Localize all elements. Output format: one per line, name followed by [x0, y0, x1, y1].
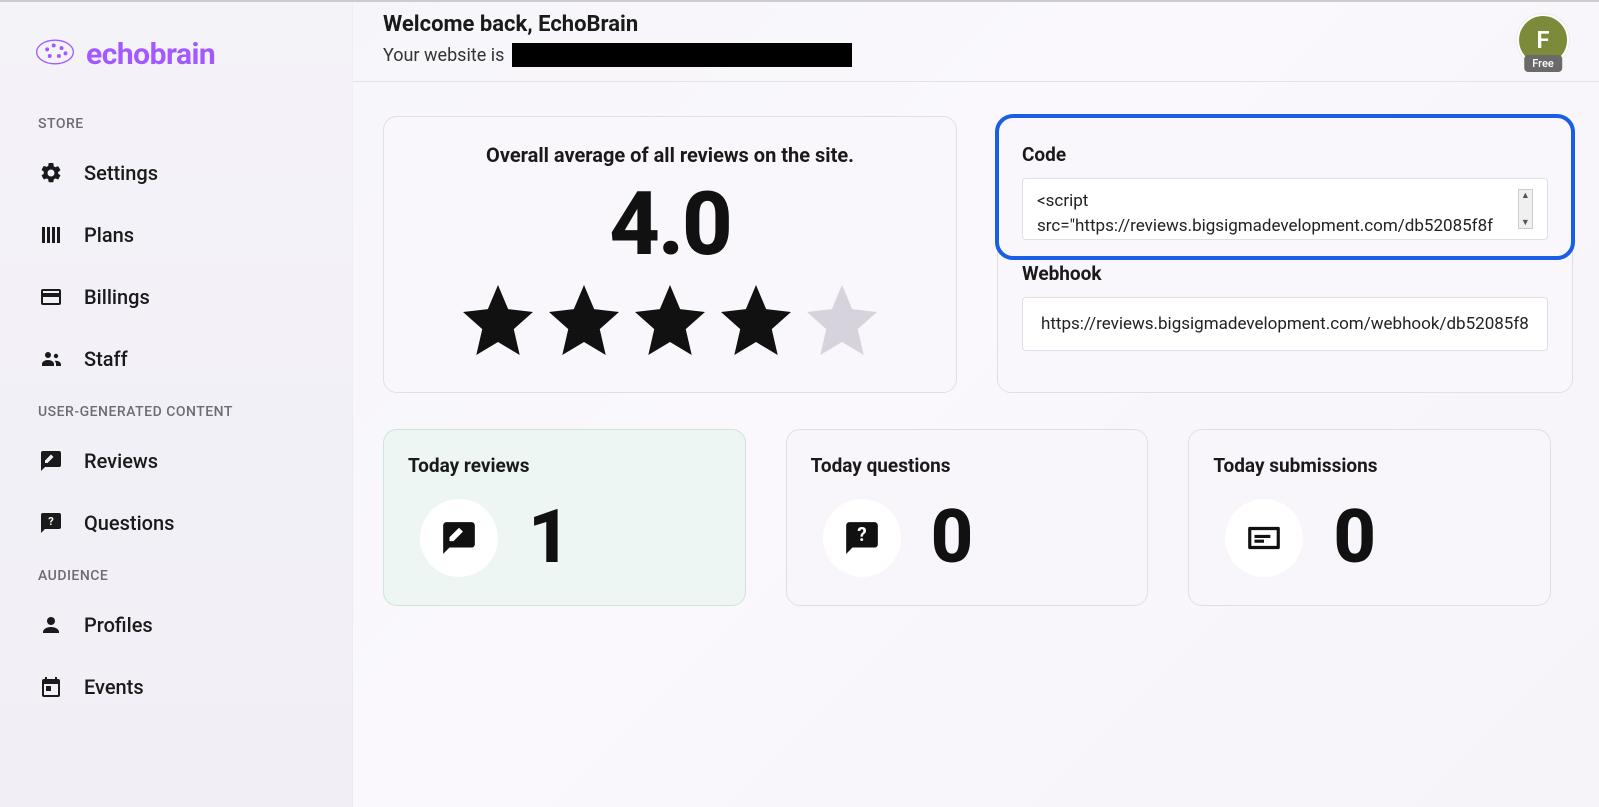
submission-icon: [1225, 499, 1303, 577]
stat-title: Today reviews: [408, 454, 721, 477]
star-rating: [408, 278, 932, 366]
overall-title: Overall average of all reviews on the si…: [408, 143, 932, 167]
scrollbar[interactable]: ▲▼: [1518, 189, 1533, 229]
topbar: Welcome back, EchoBrain Your website is …: [353, 2, 1599, 82]
stat-title: Today questions: [811, 454, 1124, 477]
overall-value: 4.0: [408, 177, 932, 274]
website-prefix: Your website is: [383, 45, 504, 66]
plans-icon: [38, 222, 64, 248]
question-icon: ?: [38, 510, 64, 536]
star-icon: [628, 278, 712, 366]
sidebar-item-label: Plans: [84, 223, 134, 247]
plan-badge: Free: [1524, 55, 1562, 72]
stats-row: Today reviews1Today questions?0Today sub…: [383, 429, 1551, 606]
sidebar-item-label: Questions: [84, 511, 174, 535]
logo-text: echobrain: [86, 37, 215, 72]
svg-text:?: ?: [48, 515, 54, 528]
website-redacted: [512, 43, 852, 67]
sidebar-item-staff[interactable]: Staff: [0, 328, 352, 390]
sidebar-item-billings[interactable]: Billings: [0, 266, 352, 328]
sidebar-item-label: Staff: [84, 347, 128, 371]
avatar[interactable]: F Free: [1517, 14, 1569, 66]
website-line: Your website is: [383, 43, 852, 67]
gear-icon: [38, 160, 64, 186]
nav-section-ugc: USER-GENERATED CONTENT: [0, 390, 352, 430]
sidebar-item-plans[interactable]: Plans: [0, 204, 352, 266]
main: Welcome back, EchoBrain Your website is …: [353, 2, 1599, 807]
rate-review-icon: [420, 499, 498, 577]
webhook-url-box[interactable]: https://reviews.bigsigmadevelopment.com/…: [1022, 297, 1548, 351]
sidebar-item-profiles[interactable]: Profiles: [0, 594, 352, 656]
calendar-icon: [38, 674, 64, 700]
logo[interactable]: echobrain: [0, 26, 352, 102]
nav-section-audience: AUDIENCE: [0, 554, 352, 594]
sidebar-item-label: Profiles: [84, 613, 153, 637]
stat-value: 0: [931, 501, 974, 575]
code-label: Code: [1022, 143, 1548, 166]
stat-card: Today submissions 0: [1188, 429, 1551, 606]
staff-icon: [38, 346, 64, 372]
code-text: <script src="https://reviews.bigsigmadev…: [1037, 189, 1512, 238]
content: Overall average of all reviews on the si…: [353, 82, 1599, 807]
sidebar-item-reviews[interactable]: Reviews: [0, 430, 352, 492]
star-icon: [456, 278, 540, 366]
sidebar-item-label: Billings: [84, 285, 150, 309]
sidebar-item-settings[interactable]: Settings: [0, 142, 352, 204]
brain-icon: [34, 36, 76, 72]
stat-title: Today submissions: [1213, 454, 1526, 477]
sidebar-item-label: Reviews: [84, 449, 158, 473]
nav-section-store: STORE: [0, 102, 352, 142]
welcome-title: Welcome back, EchoBrain: [383, 12, 852, 37]
sidebar-item-questions[interactable]: ? Questions: [0, 492, 352, 554]
stat-card: Today reviews 1: [383, 429, 746, 606]
sidebar-item-events[interactable]: Events: [0, 656, 352, 718]
webhook-label: Webhook: [1022, 262, 1548, 285]
card-icon: [38, 284, 64, 310]
stat-value: 1: [528, 501, 571, 575]
code-snippet-box[interactable]: <script src="https://reviews.bigsigmadev…: [1022, 178, 1548, 240]
code-webhook-card: Code <script src="https://reviews.bigsig…: [997, 116, 1573, 393]
stat-value: 0: [1333, 501, 1376, 575]
star-icon: [542, 278, 626, 366]
svg-text:?: ?: [857, 523, 866, 546]
sidebar: echobrain STORE Settings Plans Billings …: [0, 2, 353, 807]
star-icon: [800, 278, 884, 366]
overall-average-card: Overall average of all reviews on the si…: [383, 116, 957, 393]
sidebar-item-label: Settings: [84, 161, 158, 185]
star-icon: [714, 278, 798, 366]
question-bubble-icon: ?: [823, 499, 901, 577]
sidebar-item-label: Events: [84, 675, 144, 699]
person-icon: [38, 612, 64, 638]
stat-card: Today questions? 0: [786, 429, 1149, 606]
review-icon: [38, 448, 64, 474]
